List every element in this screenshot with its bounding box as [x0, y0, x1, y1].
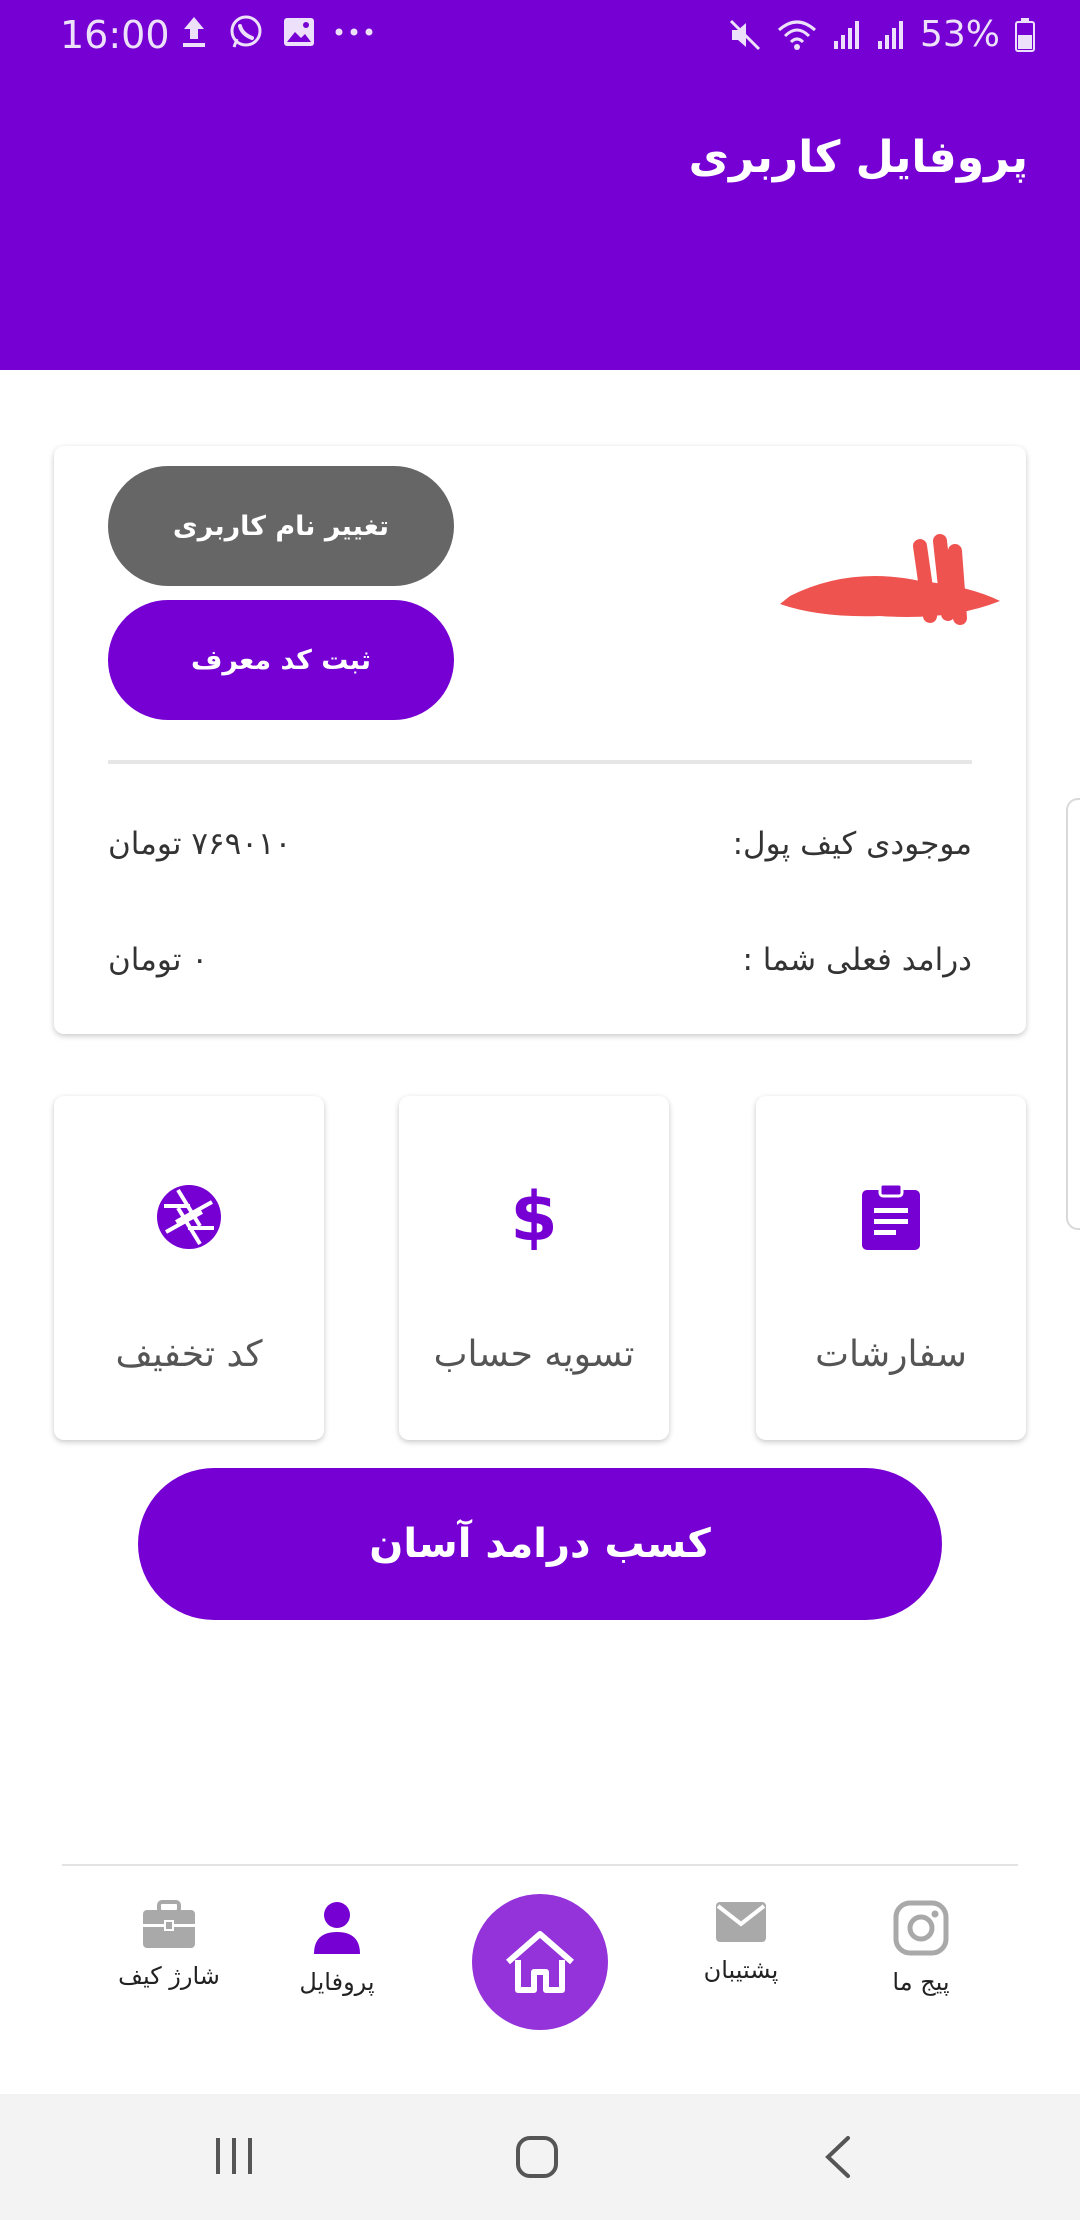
nav-our-page[interactable]: پیج ما	[836, 1900, 1006, 1996]
page-title: پروفایل کاربری	[688, 132, 1028, 183]
nav-support[interactable]: پشتیبان	[656, 1900, 826, 1984]
battery-icon	[1015, 18, 1035, 52]
orders-tile[interactable]: سفارشات	[756, 1096, 1026, 1440]
nav-profile[interactable]: پروفایل	[252, 1900, 422, 1996]
nav-charge-wallet[interactable]: شارژ کیف	[84, 1900, 254, 1990]
battery-percentage: 53%	[919, 14, 1000, 55]
discount-code-label: کد تخفیف	[115, 1334, 263, 1375]
status-left-icons	[178, 14, 374, 50]
orders-label: سفارشات	[815, 1334, 967, 1375]
card-divider	[108, 760, 972, 764]
wallet-balance-row: موجودی کیف پول: ۷۶۹۰۱۰ تومان	[108, 826, 972, 876]
redacted-username	[780, 534, 1000, 625]
easy-income-button[interactable]: کسب درامد آسان	[138, 1468, 942, 1620]
current-income-value: ۰ تومان	[108, 942, 208, 978]
clipboard-icon	[756, 1182, 1026, 1256]
bottom-nav-divider	[62, 1864, 1018, 1866]
mail-icon	[716, 1902, 766, 1942]
mute-icon	[729, 19, 761, 51]
home-icon	[506, 1931, 574, 1993]
change-username-button[interactable]: تغییر نام کاربری	[108, 466, 454, 586]
dollar-symbol: $	[510, 1178, 558, 1257]
instagram-icon	[893, 1900, 949, 1956]
home-nav-icon[interactable]	[514, 2134, 560, 2180]
upload-icon	[183, 17, 205, 47]
settlement-tile[interactable]: $ تسویه حساب	[399, 1096, 669, 1440]
current-income-label: درامد فعلی شما :	[742, 942, 973, 978]
discount-code-tile[interactable]: کد تخفیف	[54, 1096, 324, 1440]
status-time: 16:00	[60, 13, 170, 57]
aperture-icon	[54, 1182, 324, 1256]
current-income-row: درامد فعلی شما : ۰ تومان	[108, 942, 972, 992]
image-icon	[284, 18, 314, 46]
status-bar: 16:00 53%	[0, 0, 1080, 70]
home-button[interactable]	[472, 1894, 608, 2030]
dollar-icon: $	[399, 1182, 669, 1254]
nav-profile-label: پروفایل	[299, 1968, 375, 1996]
profile-card: تغییر نام کاربری ثبت کد معرف موجودی کیف …	[54, 446, 1026, 1034]
recent-apps-icon[interactable]	[212, 2134, 256, 2178]
signal-icon	[833, 21, 859, 49]
wallet-balance-label: موجودی کیف پول:	[732, 826, 972, 862]
system-nav-bar	[0, 2094, 1080, 2220]
nav-our-page-label: پیج ما	[892, 1968, 950, 1996]
wifi-icon	[777, 20, 816, 50]
status-right-icons: 53%	[728, 10, 1036, 60]
settlement-label: تسویه حساب	[433, 1334, 635, 1375]
user-icon	[314, 1902, 360, 1954]
side-drawer-handle[interactable]	[1066, 798, 1080, 1230]
whatsapp-icon	[230, 15, 262, 48]
more-icon	[335, 28, 373, 36]
register-referral-button[interactable]: ثبت کد معرف	[108, 600, 454, 720]
wallet-balance-value: ۷۶۹۰۱۰ تومان	[108, 826, 292, 862]
nav-charge-wallet-label: شارژ کیف	[118, 1962, 220, 1990]
back-icon[interactable]	[822, 2134, 854, 2180]
nav-support-label: پشتیبان	[703, 1956, 779, 1984]
briefcase-icon	[143, 1900, 195, 1948]
signal-icon	[877, 21, 903, 49]
app-bar: پروفایل کاربری	[0, 70, 1080, 370]
